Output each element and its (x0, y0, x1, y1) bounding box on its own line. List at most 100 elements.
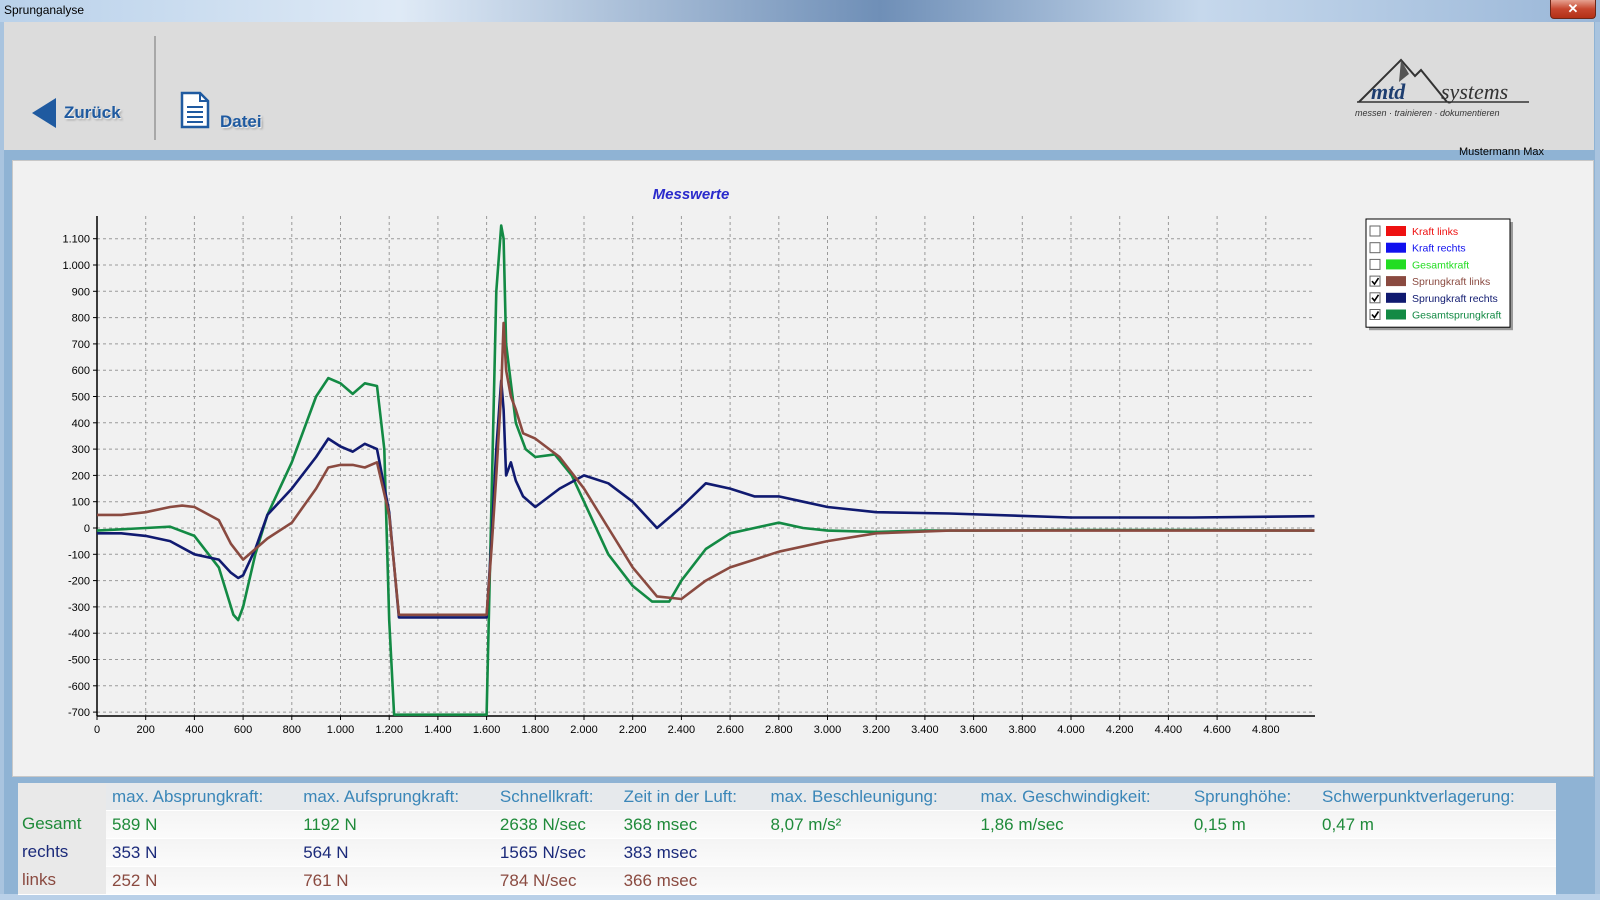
y-tick-label: 600 (72, 365, 90, 377)
table-cell (764, 838, 975, 866)
legend-label: Sprungkraft links (1412, 276, 1490, 288)
legend-swatch (1386, 242, 1406, 253)
x-tick-label: 800 (283, 724, 301, 736)
table-cell: 1,86 m/sec (974, 810, 1188, 838)
table-cell: 1192 N (297, 810, 494, 838)
legend-swatch (1386, 276, 1406, 287)
results-row-rechts: rechts 353 N 564 N 1565 N/sec 383 msec (18, 838, 1556, 866)
jump-force-chart: Messwerte 0 200 400 600 800 1.000 1.200 1.400 1.… (62, 186, 1513, 736)
table-cell: 1565 N/sec (493, 838, 618, 866)
x-tick-label: 2.400 (668, 724, 696, 736)
x-tick-label: 4.000 (1057, 724, 1085, 736)
x-tick-label: 200 (137, 724, 155, 736)
document-icon (180, 91, 210, 129)
y-axis-ticks: 1.100 1.000 900 800 700 600 500 400 300 200 100 0 -1… (62, 234, 97, 719)
toolbar-separator (154, 36, 156, 140)
window-titlebar: Sprunganalyse ✕ (0, 0, 1600, 22)
legend-label: Gesamtsprungkraft (1412, 310, 1501, 322)
x-tick-label: 3.400 (911, 724, 939, 736)
back-button-label: Zurück (64, 103, 121, 122)
table-cell: 252 N (106, 866, 298, 894)
file-button[interactable]: Datei (180, 88, 262, 132)
y-tick-label: 0 (84, 523, 90, 535)
x-tick-label: 3.600 (960, 724, 988, 736)
x-tick-label: 3.000 (814, 724, 842, 736)
x-tick-label: 1.800 (522, 724, 550, 736)
y-tick-label: 200 (72, 470, 90, 482)
back-button[interactable]: Zurück (30, 96, 121, 130)
table-cell: 784 N/sec (493, 866, 618, 894)
x-axis-ticks: 0 200 400 600 800 1.000 1.200 1.400 1.600 1.800 2.… (94, 716, 1280, 736)
x-tick-label: 4.600 (1203, 724, 1231, 736)
toolbar: Zurück Datei mtd systems messen · traini… (4, 22, 1594, 150)
close-button[interactable]: ✕ (1550, 0, 1596, 19)
y-tick-label: -200 (68, 576, 90, 588)
table-cell (1315, 838, 1556, 866)
series-line-gesamtsprungkraft (96, 224, 1315, 717)
table-cell (974, 866, 1188, 894)
legend-swatch (1386, 226, 1406, 236)
y-tick-label: 800 (72, 313, 90, 325)
legend-swatch (1386, 292, 1406, 303)
y-tick-label: -400 (68, 628, 90, 640)
table-cell (1315, 866, 1556, 894)
chart-series (96, 224, 1315, 717)
results-table: max. Absprungkraft: max. Aufsprungkraft:… (18, 783, 1556, 895)
file-button-label: Datei (220, 112, 262, 131)
x-tick-label: 600 (234, 724, 252, 736)
table-cell: 383 msec (617, 838, 765, 866)
x-tick-label: 3.800 (1009, 724, 1037, 736)
y-tick-label: 300 (72, 444, 90, 456)
x-tick-label: 4.200 (1106, 724, 1134, 736)
legend-label: Gesamtkraft (1412, 259, 1469, 271)
chart-panel: Messwerte 0 200 400 600 800 1.000 1.200 1.400 1.… (12, 160, 1594, 777)
table-cell: 0,47 m (1315, 810, 1556, 838)
y-tick-label: 700 (72, 339, 90, 351)
header-max-aufsprungkraft: max. Aufsprungkraft: (297, 783, 494, 810)
table-cell (1187, 838, 1316, 866)
chart-grid (97, 216, 1315, 716)
legend-label: Sprungkraft rechts (1412, 293, 1498, 305)
table-cell: 761 N (297, 866, 494, 894)
legend-label: Kraft rechts (1412, 243, 1466, 255)
table-cell: 366 msec (617, 866, 765, 894)
legend-label: Kraft links (1412, 226, 1458, 238)
legend-swatch (1386, 309, 1406, 320)
row-label-rechts: rechts (18, 838, 106, 866)
legend-checkbox[interactable] (1369, 225, 1381, 237)
legend-checkbox[interactable] (1369, 242, 1381, 254)
x-tick-label: 3.200 (862, 724, 890, 736)
table-cell: 353 N (106, 838, 298, 866)
row-label-gesamt: Gesamt (18, 810, 106, 838)
window-title: Sprunganalyse (4, 3, 85, 17)
window-frame-left (0, 22, 4, 900)
x-tick-label: 1.600 (473, 724, 501, 736)
table-cell: 0,15 m (1187, 810, 1316, 838)
y-tick-label: -500 (68, 655, 90, 667)
table-cell: 589 N (106, 810, 298, 838)
table-cell: 8,07 m/s² (764, 810, 975, 838)
chart-legend: Kraft links Kraft rechts Gesamtkraft Sprung… (1365, 218, 1513, 331)
x-tick-label: 2.200 (619, 724, 647, 736)
table-cell: 368 msec (617, 810, 765, 838)
y-tick-label: -300 (68, 602, 90, 614)
window-frame-right (1595, 22, 1600, 900)
header-max-beschleunigung: max. Beschleunigung: (764, 783, 975, 810)
legend-checkbox[interactable] (1369, 258, 1381, 270)
table-cell (764, 866, 975, 894)
mtd-systems-logo: mtd systems messen · trainieren · dokume… (1355, 58, 1529, 118)
table-cell (974, 838, 1188, 866)
results-header-row: max. Absprungkraft: max. Aufsprungkraft:… (18, 783, 1556, 810)
y-tick-label: -700 (68, 707, 90, 719)
header-max-absprungkraft: max. Absprungkraft: (106, 783, 298, 810)
header-zeit-in-der-luft: Zeit in der Luft: (617, 783, 765, 810)
user-name: Mustermann Max (1459, 146, 1544, 158)
y-tick-label: 100 (72, 497, 90, 509)
header-schnellkraft: Schnellkraft: (493, 783, 618, 810)
series-line-sprungkraft-links (97, 321, 1315, 617)
table-cell: 564 N (297, 838, 494, 866)
results-row-links: links 252 N 761 N 784 N/sec 366 msec (18, 866, 1556, 894)
legend-swatch (1386, 259, 1406, 270)
x-tick-label: 2.800 (765, 724, 793, 736)
x-tick-label: 1.200 (375, 724, 403, 736)
